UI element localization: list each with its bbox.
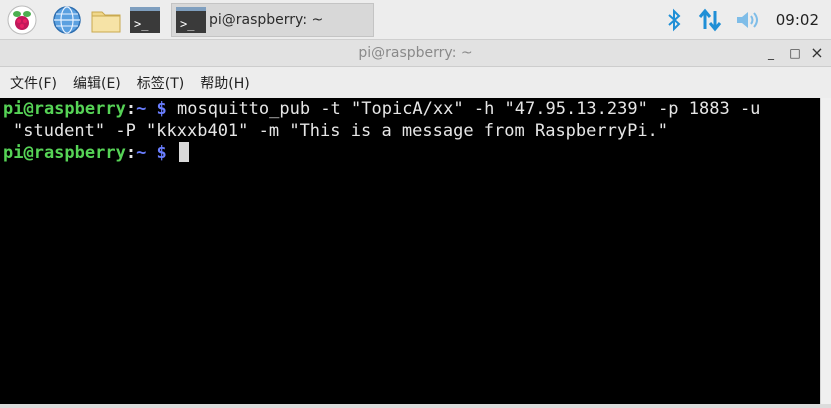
terminal-icon: >_ — [176, 7, 206, 33]
menubar: 文件(F) 编辑(E) 标签(T) 帮助(H) — [0, 67, 831, 98]
menu-file[interactable]: 文件(F) — [10, 73, 57, 93]
terminal-line: "student" -P "kkxxb401" -m "This is a me… — [13, 120, 668, 142]
file-manager-icon[interactable] — [90, 4, 122, 36]
menu-help[interactable]: 帮助(H) — [200, 73, 249, 93]
maximize-icon[interactable]: □ — [786, 44, 804, 62]
prompt-colon: : — [125, 99, 137, 119]
window-title: pi@raspberry: ~ — [358, 45, 473, 61]
network-arrows-icon[interactable] — [696, 0, 724, 40]
prompt-user: pi@raspberry — [3, 143, 126, 163]
volume-icon[interactable] — [733, 0, 763, 40]
prompt-user: pi@raspberry — [3, 99, 126, 119]
web-browser-icon[interactable] — [51, 4, 83, 36]
bluetooth-icon[interactable] — [662, 0, 686, 40]
prompt-colon: : — [125, 143, 137, 163]
taskbar: >_ >_ pi@raspberry: ~ 09:02 — [0, 0, 831, 40]
menu-edit[interactable]: 编辑(E) — [73, 73, 121, 93]
command-text: mosquitto_pub -t "TopicA/xx" -h "47.95.1… — [166, 99, 761, 119]
terminal-line: pi@raspberry:~ $ — [3, 142, 190, 164]
menu-tabs[interactable]: 标签(T) — [137, 73, 184, 93]
command-text-wrap: "student" -P "kkxxb401" -m "This is a me… — [13, 121, 669, 141]
terminal-launcher-icon[interactable]: >_ — [129, 4, 161, 36]
terminal-cursor — [179, 142, 190, 162]
terminal-scrollbar[interactable] — [820, 98, 831, 404]
terminal-line: pi@raspberry:~ $ mosquitto_pub -t "Topic… — [3, 98, 760, 120]
window-titlebar[interactable]: pi@raspberry: ~ _ □ × — [0, 40, 831, 67]
window-bottom-border — [0, 404, 831, 408]
raspberry-menu-icon[interactable] — [6, 4, 38, 36]
taskbar-window-label: pi@raspberry: ~ — [209, 12, 324, 28]
taskbar-window-button[interactable]: >_ pi@raspberry: ~ — [171, 3, 374, 37]
prompt-path: ~ $ — [136, 143, 167, 163]
close-icon[interactable]: × — [808, 44, 826, 62]
clock[interactable]: 09:02 — [776, 0, 819, 40]
terminal-output[interactable]: pi@raspberry:~ $ mosquitto_pub -t "Topic… — [0, 98, 820, 404]
prompt-path: ~ $ — [136, 99, 167, 119]
minimize-icon[interactable]: _ — [762, 44, 780, 62]
